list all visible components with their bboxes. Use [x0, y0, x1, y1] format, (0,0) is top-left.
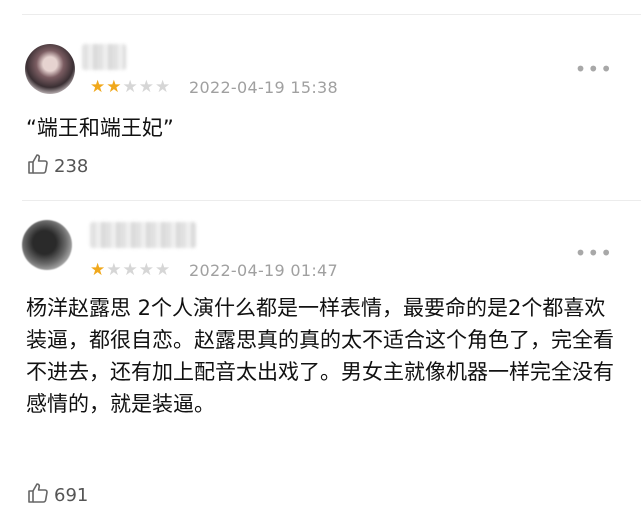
star-empty-icon: ★: [155, 77, 171, 97]
star-empty-icon: ★: [122, 260, 138, 280]
star-filled-icon: ★: [90, 260, 106, 280]
star-filled-icon: ★: [90, 77, 106, 97]
review-divider: [22, 200, 641, 201]
review-text: 杨洋赵露思 2个人演什么都是一样表情，最要命的是2个都喜欢装逼，都很自恋。赵露思…: [26, 296, 614, 416]
star-filled-icon: ★: [106, 77, 122, 97]
review-date: 2022-04-19 01:47: [189, 261, 338, 280]
review-date: 2022-04-19 15:38: [189, 78, 338, 97]
like-button[interactable]: 691: [26, 481, 88, 509]
user-avatar-icon[interactable]: [22, 220, 72, 270]
rating-stars: ★ ★ ★ ★ ★: [90, 262, 170, 279]
rating-stars: ★ ★ ★ ★ ★: [90, 79, 170, 96]
more-options-icon[interactable]: •••: [575, 243, 613, 263]
star-empty-icon: ★: [138, 77, 154, 97]
like-button[interactable]: 238: [26, 152, 88, 180]
review-text: “端王和端王妃”: [26, 116, 174, 140]
thumbs-up-icon: [26, 152, 50, 180]
more-options-icon[interactable]: •••: [575, 59, 613, 79]
like-count: 238: [54, 155, 89, 177]
star-empty-icon: ★: [155, 260, 171, 280]
star-empty-icon: ★: [138, 260, 154, 280]
star-empty-icon: ★: [106, 260, 122, 280]
like-count: 691: [54, 484, 89, 506]
user-avatar-icon[interactable]: [25, 44, 75, 94]
username-blurred[interactable]: [82, 44, 126, 70]
top-divider: [22, 14, 641, 15]
thumbs-up-icon: [26, 481, 50, 509]
star-empty-icon: ★: [122, 77, 138, 97]
username-blurred[interactable]: [90, 222, 196, 248]
